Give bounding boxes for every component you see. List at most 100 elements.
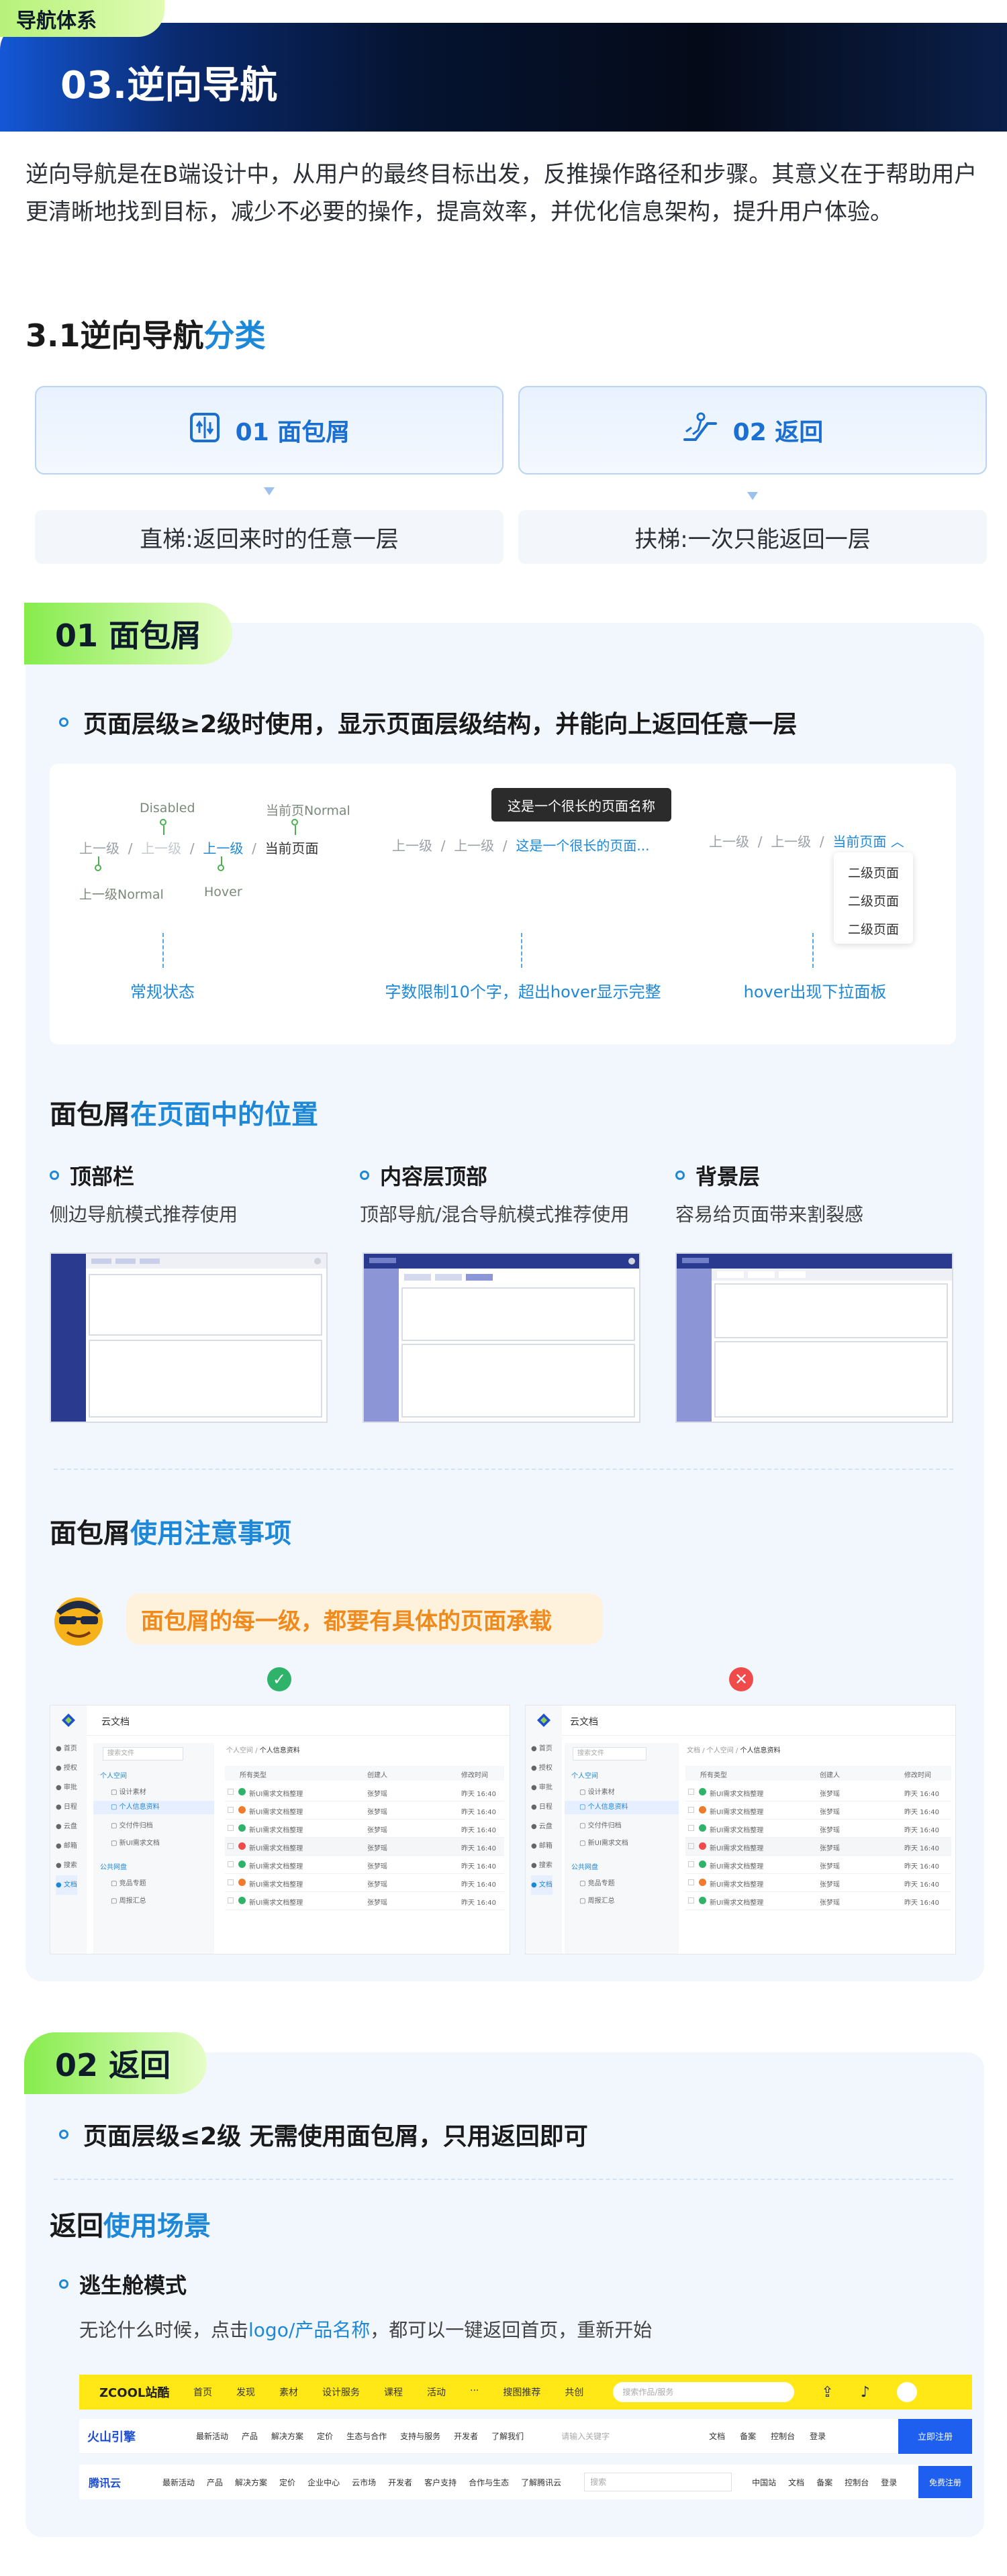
nav-item[interactable]: 发现 bbox=[236, 2385, 255, 2399]
nav-item[interactable]: 支持与服务 bbox=[400, 2430, 440, 2442]
rail-item[interactable]: ● 搜索 bbox=[531, 1856, 553, 1875]
nav-item[interactable]: 控制台 bbox=[845, 2477, 869, 2488]
table-row[interactable]: 新UI需求文档整理 张梦瑶 昨天 16:40 bbox=[685, 1820, 951, 1838]
nav-item[interactable]: 生态与合作 bbox=[346, 2430, 387, 2442]
table-row[interactable]: 新UI需求文档整理 张梦瑶 昨天 16:40 bbox=[685, 1838, 951, 1856]
dropdown-item[interactable]: 二级页面 bbox=[834, 859, 913, 887]
nav-item[interactable]: 中国站 bbox=[752, 2477, 776, 2488]
tree-item[interactable]: ▢ 设计素材 bbox=[111, 1786, 146, 1796]
rail-item[interactable]: ● 日程 bbox=[531, 1797, 553, 1817]
tree-item[interactable]: ▢ 交付件归档 bbox=[111, 1820, 153, 1830]
checkbox[interactable] bbox=[688, 1861, 694, 1867]
dropdown-item[interactable]: 二级页面 bbox=[834, 915, 913, 944]
nav-item[interactable]: 开发者 bbox=[454, 2430, 478, 2442]
rail-item[interactable]: ● 首页 bbox=[56, 1739, 77, 1758]
search-input[interactable]: 请输入关键字 bbox=[561, 2430, 709, 2442]
rail-item[interactable]: ● 邮箱 bbox=[531, 1836, 553, 1856]
checkbox[interactable] bbox=[228, 1789, 234, 1795]
checkbox[interactable] bbox=[688, 1879, 694, 1885]
nav-item[interactable]: 文档 bbox=[709, 2430, 725, 2442]
table-row[interactable]: 新UI需求文档整理 张梦瑶 昨天 16:40 bbox=[685, 1874, 951, 1892]
rail-item[interactable]: ● 云盘 bbox=[56, 1817, 77, 1836]
rail-item[interactable]: ● 云盘 bbox=[531, 1817, 553, 1836]
column-header[interactable]: 创建人 bbox=[820, 1769, 840, 1779]
checkbox[interactable] bbox=[228, 1861, 234, 1867]
tree-group[interactable]: 个人空间 bbox=[100, 1770, 127, 1780]
nav-item[interactable]: 企业中心 bbox=[307, 2477, 340, 2488]
rail-item[interactable]: ● 首页 bbox=[531, 1739, 553, 1758]
nav-item[interactable]: 控制台 bbox=[771, 2430, 795, 2442]
nav-item[interactable]: 课程 bbox=[384, 2385, 403, 2399]
register-button[interactable]: 免费注册 bbox=[918, 2466, 972, 2498]
nav-item[interactable]: 活动 bbox=[427, 2385, 446, 2399]
tree-item-active[interactable]: ▢ 个人信息资料 bbox=[565, 1801, 679, 1814]
rail-item[interactable]: ● 授权 bbox=[56, 1758, 77, 1778]
search-input[interactable]: 搜索 bbox=[584, 2473, 732, 2491]
logo-volcengine[interactable]: 火山引擎 bbox=[79, 2428, 180, 2445]
column-header[interactable]: 所有类型 bbox=[700, 1769, 727, 1779]
column-header[interactable]: 创建人 bbox=[367, 1769, 387, 1779]
search-input[interactable]: 搜索作品/服务 bbox=[613, 2382, 795, 2402]
nav-item[interactable]: 解决方案 bbox=[271, 2430, 303, 2442]
table-row[interactable]: 新UI需求文档整理 张梦瑶 昨天 16:40 bbox=[225, 1874, 504, 1892]
nav-item[interactable]: 产品 bbox=[242, 2430, 258, 2442]
nav-item[interactable]: 备案 bbox=[740, 2430, 756, 2442]
search-input[interactable]: 搜索文件 bbox=[103, 1747, 183, 1761]
checkbox[interactable] bbox=[228, 1897, 234, 1903]
column-header[interactable]: 所有类型 bbox=[240, 1769, 267, 1779]
nav-item[interactable]: 开发者 bbox=[388, 2477, 412, 2488]
tree-item[interactable]: ▢ 新UI需求文档 bbox=[579, 1837, 628, 1847]
nav-item[interactable]: 产品 bbox=[207, 2477, 223, 2488]
nav-item[interactable]: 共创 bbox=[565, 2385, 583, 2399]
table-row[interactable]: 新UI需求文档整理 张梦瑶 昨天 16:40 bbox=[225, 1783, 504, 1801]
rail-item[interactable]: ● 授权 bbox=[531, 1758, 553, 1778]
table-row[interactable]: 新UI需求文档整理 张梦瑶 昨天 16:40 bbox=[225, 1838, 504, 1856]
nav-item[interactable]: 登录 bbox=[881, 2477, 897, 2488]
checkbox[interactable] bbox=[228, 1843, 234, 1849]
nav-item[interactable]: 云市场 bbox=[352, 2477, 376, 2488]
rail-item[interactable]: ● 文档 bbox=[56, 1875, 77, 1895]
tree-item[interactable]: ▢ 竞品专题 bbox=[111, 1877, 146, 1887]
tree-group[interactable]: 个人空间 bbox=[571, 1770, 598, 1780]
checkbox[interactable] bbox=[228, 1825, 234, 1831]
nav-item[interactable]: ··· bbox=[470, 2385, 479, 2399]
nav-item[interactable]: 登录 bbox=[810, 2430, 826, 2442]
nav-item[interactable]: 定价 bbox=[279, 2477, 295, 2488]
table-row[interactable]: 新UI需求文档整理 张梦瑶 昨天 16:40 bbox=[225, 1801, 504, 1820]
tree-group[interactable]: 公共网盘 bbox=[100, 1861, 127, 1871]
nav-item[interactable]: 最新活动 bbox=[196, 2430, 228, 2442]
nav-item[interactable]: 设计服务 bbox=[322, 2385, 360, 2399]
nav-item[interactable]: 备案 bbox=[816, 2477, 832, 2488]
nav-item[interactable]: 最新活动 bbox=[162, 2477, 195, 2488]
nav-item[interactable]: 文档 bbox=[788, 2477, 804, 2488]
rail-item[interactable]: ● 审批 bbox=[531, 1778, 553, 1797]
table-row[interactable]: 新UI需求文档整理 张梦瑶 昨天 16:40 bbox=[685, 1892, 951, 1910]
tree-item[interactable]: ▢ 竞品专题 bbox=[579, 1877, 615, 1887]
upload-icon[interactable]: ⇪ bbox=[821, 2384, 833, 2401]
table-row[interactable]: 新UI需求文档整理 张梦瑶 昨天 16:40 bbox=[225, 1820, 504, 1838]
tree-item[interactable]: ▢ 周报汇总 bbox=[111, 1895, 146, 1905]
column-header[interactable]: 修改时间 bbox=[904, 1769, 931, 1779]
tree-group[interactable]: 公共网盘 bbox=[571, 1861, 598, 1871]
table-row[interactable]: 新UI需求文档整理 张梦瑶 昨天 16:40 bbox=[225, 1892, 504, 1910]
dropdown-item[interactable]: 二级页面 bbox=[834, 887, 913, 915]
checkbox[interactable] bbox=[688, 1897, 694, 1903]
column-header[interactable]: 修改时间 bbox=[461, 1769, 488, 1779]
register-button[interactable]: 立即注册 bbox=[898, 2418, 972, 2454]
nav-item[interactable]: 合作与生态 bbox=[469, 2477, 509, 2488]
nav-item[interactable]: 素材 bbox=[279, 2385, 298, 2399]
nav-item[interactable]: 定价 bbox=[317, 2430, 333, 2442]
logo-zcool[interactable]: ZCOOL站酷 bbox=[79, 2383, 173, 2401]
bell-icon[interactable]: ♪ bbox=[861, 2384, 870, 2401]
checkbox[interactable] bbox=[688, 1825, 694, 1831]
logo-tencent[interactable]: 腾讯云 bbox=[79, 2474, 160, 2490]
table-row[interactable]: 新UI需求文档整理 张梦瑶 昨天 16:40 bbox=[685, 1856, 951, 1874]
table-row[interactable]: 新UI需求文档整理 张梦瑶 昨天 16:40 bbox=[685, 1783, 951, 1801]
table-row[interactable]: 新UI需求文档整理 张梦瑶 昨天 16:40 bbox=[685, 1801, 951, 1820]
tree-item[interactable]: ▢ 周报汇总 bbox=[579, 1895, 615, 1905]
nav-item[interactable]: 客户支持 bbox=[424, 2477, 457, 2488]
nav-item[interactable]: 了解我们 bbox=[491, 2430, 524, 2442]
nav-item[interactable]: 首页 bbox=[193, 2385, 212, 2399]
rail-item[interactable]: ● 文档 bbox=[531, 1875, 553, 1895]
tree-item[interactable]: ▢ 设计素材 bbox=[579, 1786, 615, 1796]
